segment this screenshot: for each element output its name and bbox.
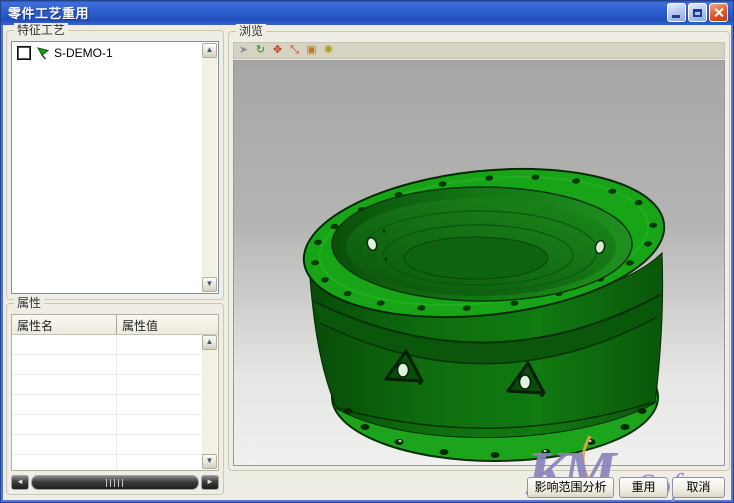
properties-group-label: 属性 [14, 296, 44, 310]
green-flag-icon [36, 47, 49, 60]
table-row [12, 395, 203, 415]
select-cursor-icon[interactable]: ➤ [237, 44, 250, 57]
properties-group: 属性 属性名 属性值 ▲ ▼ ◄ ► [6, 303, 224, 495]
table-row [12, 455, 203, 470]
window-controls [667, 3, 728, 22]
model-viewport[interactable] [233, 60, 725, 466]
table-row [12, 375, 203, 395]
model-3d [234, 61, 726, 467]
properties-table-scrollbar[interactable]: ▲ ▼ [202, 335, 217, 469]
tree-item-checkbox[interactable] [17, 46, 31, 60]
column-header-name[interactable]: 属性名 [12, 315, 116, 334]
feature-tree-scrollbar[interactable]: ▲ ▼ [202, 43, 217, 292]
feature-tree[interactable]: S-DEMO-1 ▲ ▼ [11, 41, 219, 294]
close-button[interactable] [709, 3, 728, 22]
table-row [12, 415, 203, 435]
reuse-button[interactable]: 重用 [619, 477, 668, 498]
dialog-client-area: 特征工艺 S-DEMO-1 ▲ ▼ 属性 [3, 25, 731, 500]
rotate-icon[interactable]: ↻ [254, 44, 267, 57]
scroll-down-button[interactable]: ▼ [202, 277, 217, 292]
properties-table-body [12, 335, 203, 470]
properties-table: 属性名 属性值 ▲ ▼ [11, 314, 219, 471]
properties-horizontal-scrollbar[interactable]: ◄ ► [11, 475, 219, 490]
maximize-button[interactable] [688, 3, 707, 22]
tree-item-s-demo-1[interactable]: S-DEMO-1 [12, 42, 218, 60]
tree-item-label: S-DEMO-1 [54, 46, 113, 60]
horizontal-scrollbar-thumb[interactable] [31, 475, 199, 490]
table-row [12, 335, 203, 355]
properties-table-header: 属性名 属性值 [12, 315, 218, 335]
minimize-icon [672, 15, 680, 18]
scroll-up-button[interactable]: ▲ [202, 335, 217, 350]
browse-group: 浏览 ➤ ↻ ✥ ⤡ ▣ ✺ [228, 31, 730, 471]
scroll-up-button[interactable]: ▲ [202, 43, 217, 58]
column-header-value[interactable]: 属性值 [116, 315, 218, 334]
dialog-window: 零件工艺重用 特征工艺 [0, 0, 734, 503]
titlebar[interactable]: 零件工艺重用 [0, 0, 734, 25]
scroll-left-button[interactable]: ◄ [11, 475, 29, 490]
view-toolbar: ➤ ↻ ✥ ⤡ ▣ ✺ [233, 42, 725, 59]
impact-scope-analysis-button[interactable]: 影响范围分析 [527, 477, 614, 498]
scroll-down-button[interactable]: ▼ [202, 454, 217, 469]
minimize-button[interactable] [667, 3, 686, 22]
table-row [12, 435, 203, 455]
feature-process-group: 特征工艺 S-DEMO-1 ▲ ▼ [6, 30, 224, 300]
close-icon [713, 7, 724, 18]
maximize-icon [693, 9, 702, 17]
scrollbar-grip-icon [106, 479, 124, 487]
zoom-window-icon[interactable]: ▣ [305, 44, 318, 57]
window-title: 零件工艺重用 [0, 3, 89, 22]
pan-icon[interactable]: ✥ [271, 44, 284, 57]
feature-process-group-label: 特征工艺 [14, 23, 68, 37]
table-row [12, 355, 203, 375]
browse-group-label: 浏览 [236, 24, 266, 38]
cancel-button[interactable]: 取消 [672, 477, 725, 498]
fit-view-icon[interactable]: ✺ [322, 44, 335, 57]
zoom-icon[interactable]: ⤡ [288, 44, 301, 57]
scroll-right-button[interactable]: ► [201, 475, 219, 490]
